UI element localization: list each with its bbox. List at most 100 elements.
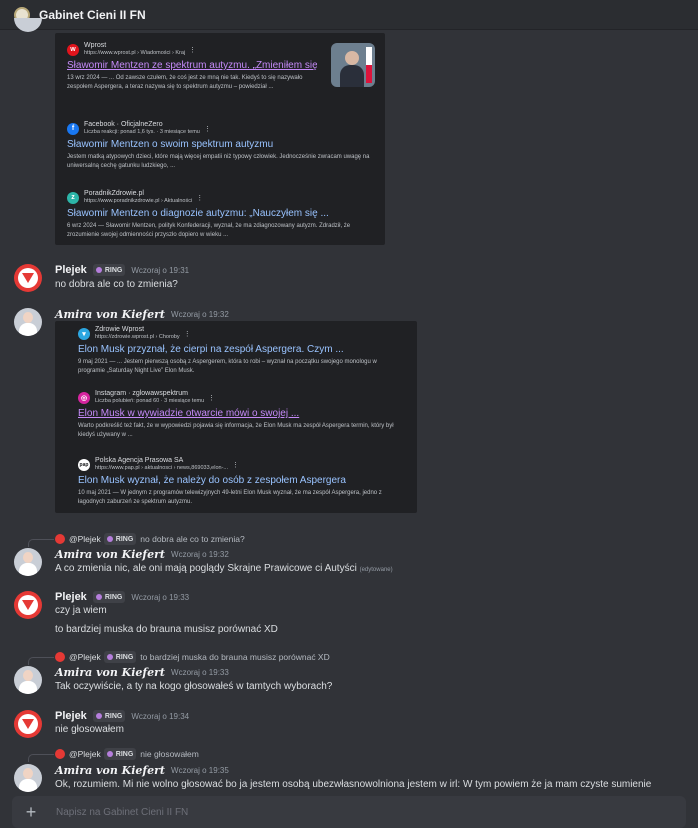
username[interactable]: Plejek [55, 710, 87, 722]
message-text: no dobra ale co to zmienia? [55, 279, 178, 290]
ring-tag-icon [95, 713, 102, 719]
result-source: Facebook · OficjalneZero [84, 121, 163, 128]
vertical-dots-icon: ⋮ [232, 461, 239, 469]
reply-preview[interactable]: @Plejek RING nie głosowałem [55, 748, 199, 760]
timestamp: Wczoraj o 19:33 [171, 668, 229, 677]
guild-tag-label: RING [104, 266, 123, 274]
avatar[interactable] [14, 666, 42, 694]
plus-icon[interactable]: + [22, 803, 40, 821]
result-title: Sławomir Mentzen o swoim spektrum autyzm… [67, 139, 274, 150]
avatar[interactable] [14, 264, 42, 292]
username[interactable]: Amira von Kiefert [55, 666, 165, 679]
ring-tag-icon [106, 536, 113, 542]
result-url: https://www.poradnikzdrowie.pl › Aktualn… [84, 198, 193, 204]
result-source: PoradnikZdrowie.pl [84, 190, 144, 197]
result-url: https://zdrowie.wprost.pl › Choroby [95, 334, 180, 340]
result-snippet: Jestem matką atypowych dzieci, które maj… [67, 154, 370, 169]
guild-tag[interactable]: RING [92, 264, 126, 276]
facebook-icon: f [67, 122, 79, 135]
result-snippet: 13 wrz 2024 — ... Od zawsze czułem, że c… [67, 75, 303, 90]
avatar[interactable] [14, 308, 42, 336]
timestamp: Wczoraj o 19:32 [171, 310, 229, 319]
edited-label: (edytowane) [359, 567, 393, 573]
result-source: Wprost [84, 42, 107, 49]
guild-tag: RING [103, 533, 137, 545]
guild-tag-label: RING [115, 535, 134, 543]
avatar[interactable] [14, 548, 42, 576]
result-url: Liczba polubień: ponad 60 · 3 miesiące t… [95, 398, 205, 404]
result-snippet: 9 maj 2021 — ... Jestem pierwszą osobą z… [78, 359, 377, 374]
composer-placeholder[interactable]: Napisz na Gabinet Cieni II FN [56, 807, 188, 818]
search-result: f Facebook · OficjalneZero Liczba reakcji… [67, 121, 373, 171]
attachment-image-search-2[interactable]: ▾ Zdrowie Wprost https://zdrowie.wprost.p… [55, 321, 417, 513]
reply-avatar [55, 652, 65, 662]
reply-avatar [55, 534, 65, 544]
result-source: Polska Agencja Prasowa SA [95, 457, 184, 464]
message-composer[interactable]: + Napisz na Gabinet Cieni II FN [12, 796, 686, 828]
username[interactable]: Amira von Kiefert [55, 764, 165, 777]
search-result: ◎ Instagram · zglowawspektrum Liczba polu… [78, 390, 405, 440]
result-title: Elon Musk przyznał, że cierpi na zespół … [78, 344, 344, 355]
zdrowie-wprost-favicon-icon: ▾ [78, 327, 90, 340]
result-snippet: Warto podkreślić też fakt, że w wypowied… [78, 423, 394, 438]
reply-author: @Plejek [69, 652, 101, 662]
search-result: z PoradnikZdrowie.pl https://www.poradnik… [67, 190, 373, 240]
pap-favicon-icon: pap [78, 458, 90, 471]
avatar[interactable] [14, 764, 42, 792]
search-result: ▾ Zdrowie Wprost https://zdrowie.wprost.p… [78, 326, 405, 376]
result-snippet: 6 wrz 2024 — Sławomir Mentzen, polityk K… [67, 223, 351, 238]
guild-tag: RING [103, 651, 137, 663]
reply-avatar [55, 749, 65, 759]
reply-text: nie głosowałem [140, 749, 199, 759]
ring-tag-icon [95, 594, 102, 600]
search-result: pap Polska Agencja Prasowa SA https://www… [78, 457, 405, 507]
poradnik-favicon-icon: z [67, 191, 79, 204]
username[interactable]: Amira von Kiefert [55, 308, 165, 321]
guild-tag-label: RING [104, 593, 123, 601]
wprost-favicon-icon: w [67, 43, 79, 56]
message-text: A co zmienia nic, ale oni mają poglądy S… [55, 563, 393, 574]
guild-tag[interactable]: RING [92, 591, 126, 603]
message-text: to bardziej muska do brauna musisz porów… [55, 624, 278, 635]
guild-tag-label: RING [115, 653, 134, 661]
reply-text: to bardziej muska do brauna musisz porów… [140, 652, 330, 662]
result-source: Instagram · zglowawspektrum [95, 390, 188, 397]
result-title: Sławomir Mentzen ze spektrum autyzmu. „Z… [67, 60, 317, 71]
reply-preview[interactable]: @Plejek RING to bardziej muska do brauna… [55, 651, 330, 663]
result-title: Elon Musk wyznał, że należy do osób z ze… [78, 475, 346, 486]
username[interactable]: Plejek [55, 591, 87, 603]
result-url: https://www.pap.pl › aktualnosci › news,… [95, 465, 228, 471]
timestamp: Wczoraj o 19:31 [131, 265, 190, 275]
username[interactable]: Amira von Kiefert [55, 548, 165, 561]
message-text: Tak oczywiście, a ty na kogo głosowałeś … [55, 681, 333, 692]
timestamp: Wczoraj o 19:34 [131, 711, 190, 721]
reply-text: no dobra ale co to zmienia? [140, 534, 245, 544]
attachment-image-search-1[interactable]: w Wprost https://www.wprost.pl › Wiadomoś… [55, 33, 385, 245]
ring-tag-icon [106, 654, 113, 660]
avatar[interactable] [14, 710, 42, 738]
vertical-dots-icon: ⋮ [196, 194, 204, 202]
instagram-icon: ◎ [78, 391, 90, 404]
message-text: nie głosowałem [55, 724, 124, 735]
ring-tag-icon [95, 267, 102, 273]
result-title: Elon Musk w wywiadzie otwarcie mówi o sw… [78, 408, 300, 419]
result-url: Liczba reakcji: ponad 1,6 tys. · 3 miesi… [84, 129, 200, 135]
ring-tag-icon [106, 751, 113, 757]
result-thumbnail [331, 43, 375, 87]
timestamp: Wczoraj o 19:32 [171, 550, 229, 559]
channel-title: Gabinet Cieni II FN [39, 7, 146, 22]
result-title: Sławomir Mentzen o diagnozie autyzmu: „N… [67, 208, 329, 219]
result-source: Zdrowie Wprost [95, 326, 145, 333]
username[interactable]: Plejek [55, 264, 87, 276]
result-snippet: 10 maj 2021 — W jednym z programów telew… [78, 490, 382, 505]
reply-preview[interactable]: @Plejek RING no dobra ale co to zmienia? [55, 533, 245, 545]
avatar[interactable] [14, 591, 42, 619]
vertical-dots-icon: ⋮ [208, 394, 216, 402]
guild-tag-label: RING [115, 750, 134, 758]
timestamp: Wczoraj o 19:33 [131, 592, 190, 602]
vertical-dots-icon: ⋮ [203, 125, 211, 133]
guild-tag: RING [103, 748, 137, 760]
message-text: czy ja wiem [55, 605, 107, 616]
reply-author: @Plejek [69, 534, 101, 544]
guild-tag[interactable]: RING [92, 710, 126, 722]
